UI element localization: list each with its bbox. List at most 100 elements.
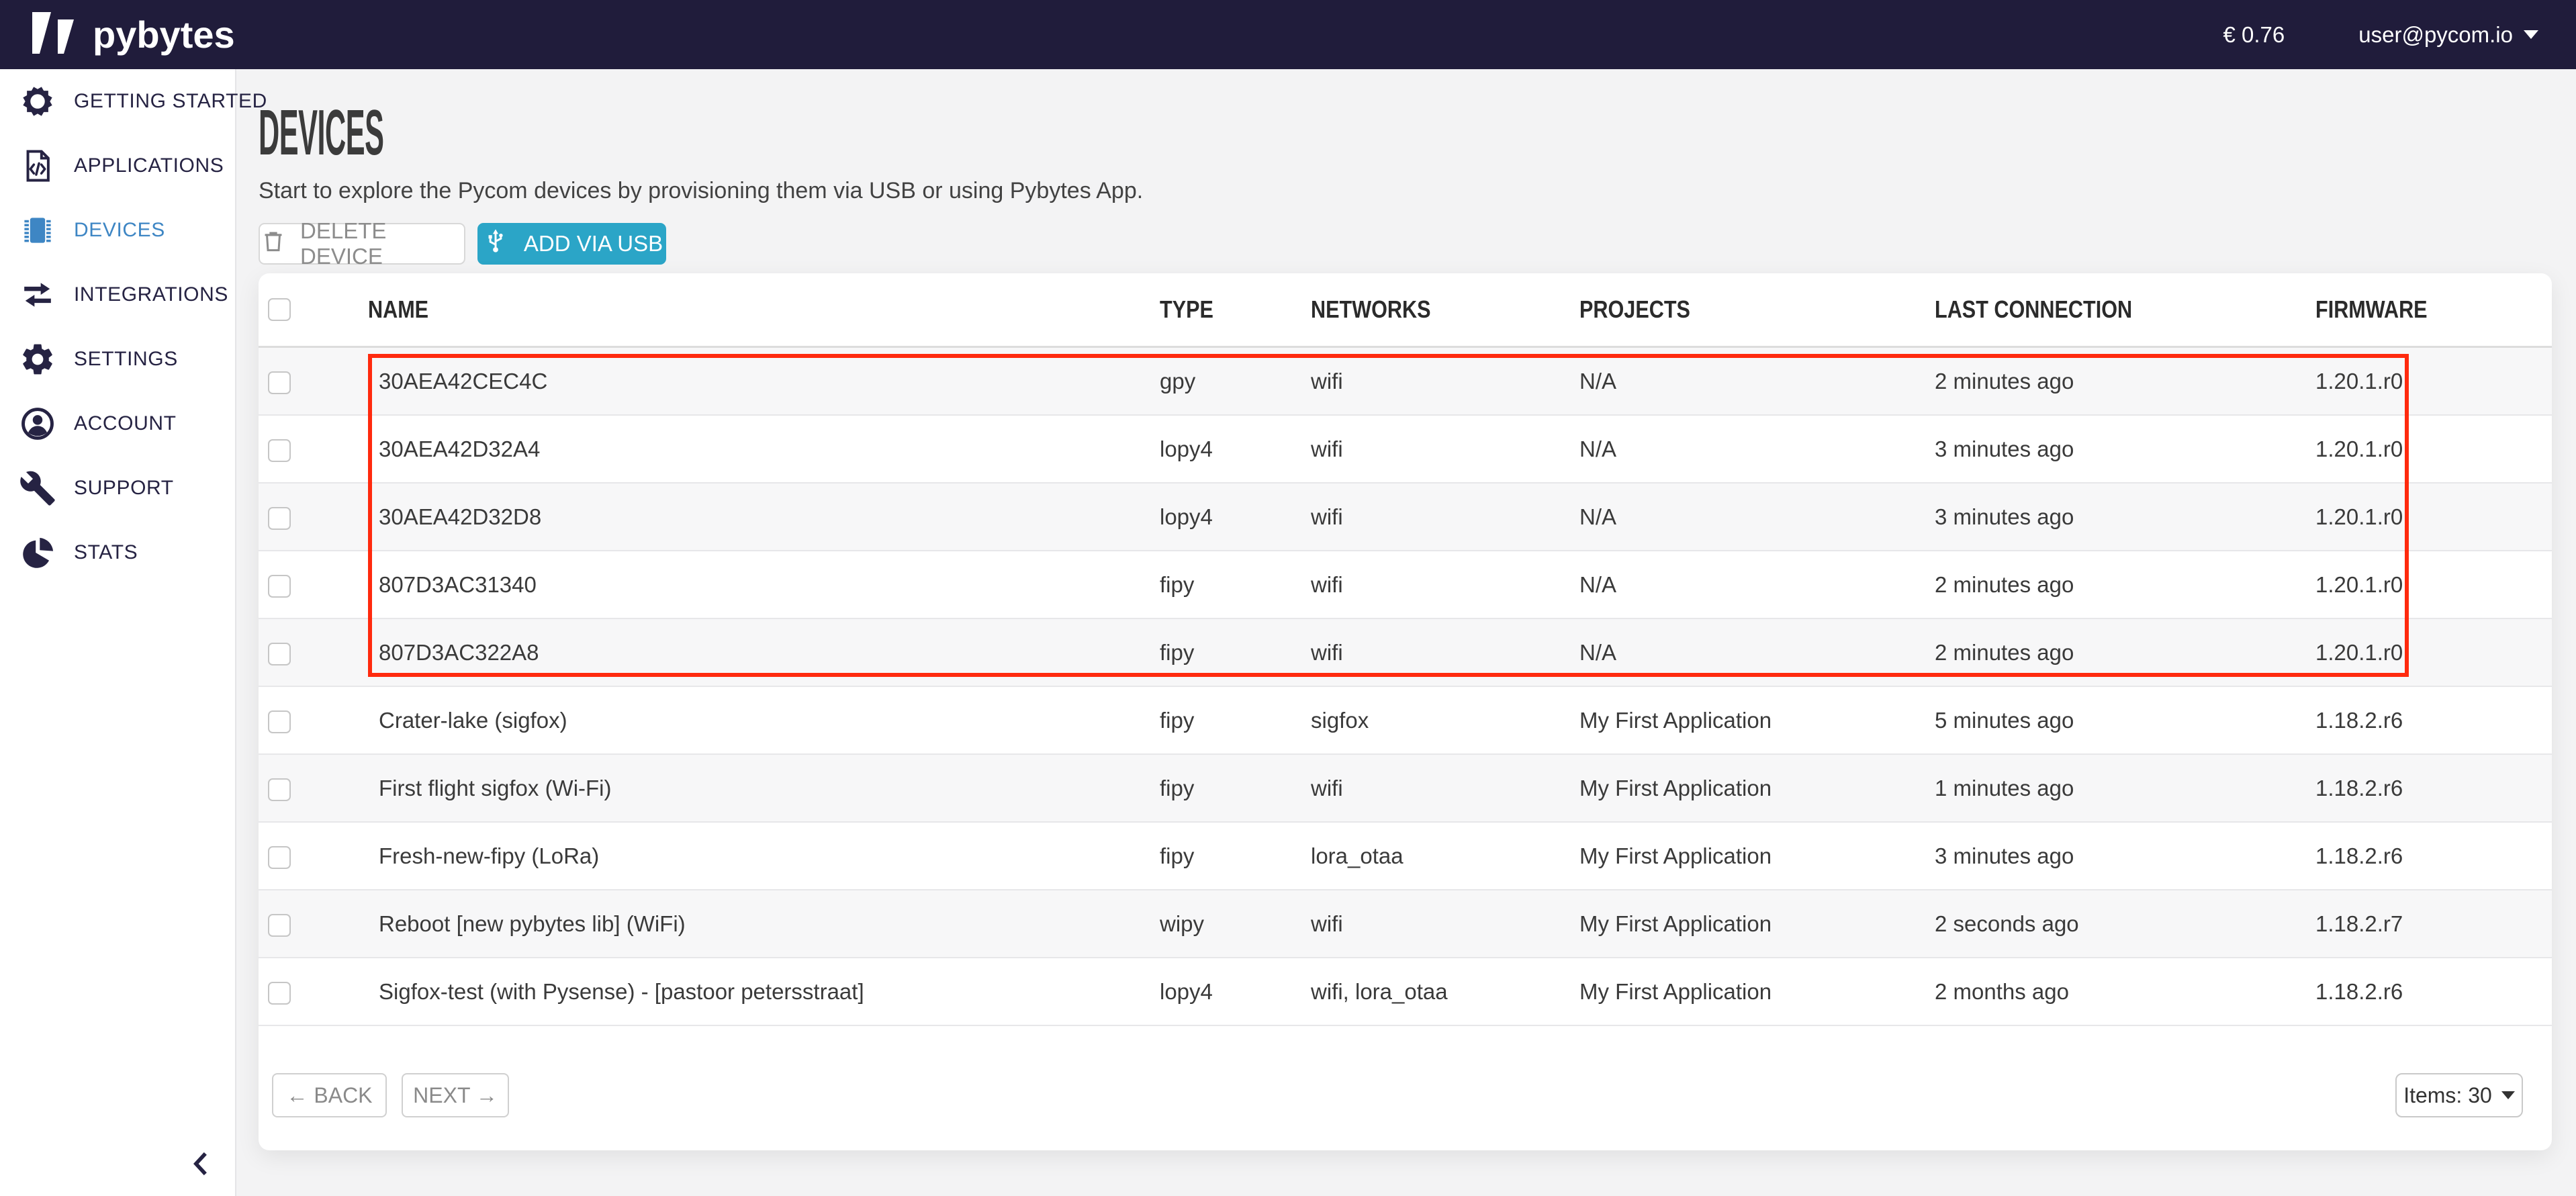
device-networks-cell: wifi (1311, 551, 1579, 618)
device-type-cell: wipy (1160, 890, 1311, 958)
row-checkbox[interactable] (268, 982, 291, 1005)
sidebar-item-applications[interactable]: APPLICATIONS (0, 134, 235, 198)
sidebar-item-devices[interactable]: DEVICES (0, 198, 235, 263)
swap-arrows-icon (19, 276, 56, 314)
pycom-logo-icon (32, 11, 81, 58)
next-button[interactable]: NEXT → (402, 1073, 509, 1117)
device-type-cell: fipy (1160, 551, 1311, 618)
row-checkbox[interactable] (268, 914, 291, 937)
device-type-cell: fipy (1160, 822, 1311, 890)
sidebar-item-support[interactable]: SUPPORT (0, 456, 235, 520)
device-networks-cell: wifi (1311, 415, 1579, 483)
sidebar-item-label: STATS (74, 541, 138, 564)
device-networks-cell: wifi, lora_otaa (1311, 958, 1579, 1025)
device-type-cell: fipy (1160, 754, 1311, 822)
table-row[interactable]: First flight sigfox (Wi-Fi) fipy wifi My… (259, 754, 2552, 822)
device-firmware-cell: 1.20.1.r0 (2315, 618, 2552, 686)
table-row[interactable]: 807D3AC322A8 fipy wifi N/A 2 minutes ago… (259, 618, 2552, 686)
device-firmware-cell: 1.18.2.r6 (2315, 958, 2552, 1025)
device-last-connection-cell: 1 minutes ago (1935, 754, 2315, 822)
device-last-connection-cell: 2 seconds ago (1935, 890, 2315, 958)
delete-device-button[interactable]: DELETE DEVICE (259, 223, 465, 265)
row-checkbox[interactable] (268, 643, 291, 665)
brand[interactable]: pybytes (0, 11, 235, 58)
row-checkbox[interactable] (268, 846, 291, 869)
page-subtitle: Start to explore the Pycom devices by pr… (259, 178, 2576, 204)
sidebar-item-integrations[interactable]: INTEGRATIONS (0, 263, 235, 327)
device-firmware-cell: 1.20.1.r0 (2315, 551, 2552, 618)
device-firmware-cell: 1.20.1.r0 (2315, 483, 2552, 551)
user-menu[interactable]: user@pycom.io (2358, 22, 2538, 48)
sidebar-item-label: ACCOUNT (74, 412, 177, 435)
select-all-checkbox[interactable] (268, 298, 291, 321)
sidebar-item-label: GETTING STARTED (74, 90, 267, 113)
table-row[interactable]: 30AEA42D32A4 lopy4 wifi N/A 3 minutes ag… (259, 415, 2552, 483)
row-checkbox[interactable] (268, 439, 291, 462)
table-row[interactable]: 807D3AC31340 fipy wifi N/A 2 minutes ago… (259, 551, 2552, 618)
device-type-cell: fipy (1160, 686, 1311, 754)
sidebar-item-account[interactable]: ACCOUNT (0, 392, 235, 456)
table-row[interactable]: Fresh-new-fipy (LoRa) fipy lora_otaa My … (259, 822, 2552, 890)
main-content: DEVICES Start to explore the Pycom devic… (236, 69, 2576, 1196)
device-networks-cell: wifi (1311, 890, 1579, 958)
items-per-page-dropdown[interactable]: Items: 30 (2395, 1073, 2523, 1117)
device-projects-cell: My First Application (1579, 958, 1935, 1025)
pie-chart-icon (19, 534, 56, 571)
trash-icon (260, 228, 287, 260)
chevron-down-icon (2524, 30, 2538, 39)
gear-icon (19, 340, 56, 378)
column-header-name: NAME (368, 295, 428, 324)
device-projects-cell: N/A (1579, 483, 1935, 551)
device-name-cell: 807D3AC322A8 (368, 618, 1160, 686)
table-row[interactable]: Crater-lake (sigfox) fipy sigfox My Firs… (259, 686, 2552, 754)
sidebar-item-label: APPLICATIONS (74, 154, 224, 177)
usb-icon (481, 226, 510, 261)
column-header-last-connection: LAST CONNECTION (1935, 295, 2132, 324)
device-firmware-cell: 1.18.2.r7 (2315, 890, 2552, 958)
row-checkbox[interactable] (268, 371, 291, 394)
table-row[interactable]: Sigfox-test (with Pysense) - [pastoor pe… (259, 958, 2552, 1025)
sidebar-item-label: SETTINGS (74, 348, 178, 371)
device-firmware-cell: 1.20.1.r0 (2315, 415, 2552, 483)
device-name-cell: Crater-lake (sigfox) (368, 686, 1160, 754)
device-projects-cell: My First Application (1579, 754, 1935, 822)
device-last-connection-cell: 3 minutes ago (1935, 483, 2315, 551)
account-balance: € 0.76 (2223, 22, 2285, 48)
row-checkbox[interactable] (268, 575, 291, 598)
add-via-usb-button[interactable]: ADD VIA USB (477, 223, 666, 265)
chevron-left-icon (196, 1154, 205, 1174)
device-table-card: NAME TYPE NETWORKS PROJECTS LAST CONNECT… (259, 273, 2552, 1150)
items-per-page-label: Items: 30 (2403, 1083, 2492, 1108)
add-via-usb-label: ADD VIA USB (524, 231, 663, 257)
table-row[interactable]: 30AEA42CEC4C gpy wifi N/A 2 minutes ago … (259, 347, 2552, 416)
column-header-type: TYPE (1160, 295, 1213, 324)
table-header-row: NAME TYPE NETWORKS PROJECTS LAST CONNECT… (259, 273, 2552, 347)
row-checkbox[interactable] (268, 710, 291, 733)
brand-name: pybytes (93, 13, 235, 56)
device-projects-cell: N/A (1579, 551, 1935, 618)
device-last-connection-cell: 5 minutes ago (1935, 686, 2315, 754)
sidebar-item-label: INTEGRATIONS (74, 283, 228, 306)
table-row[interactable]: Reboot [new pybytes lib] (WiFi) wipy wif… (259, 890, 2552, 958)
device-type-cell: gpy (1160, 347, 1311, 416)
device-last-connection-cell: 2 minutes ago (1935, 551, 2315, 618)
device-networks-cell: wifi (1311, 347, 1579, 416)
device-networks-cell: wifi (1311, 754, 1579, 822)
column-header-projects: PROJECTS (1579, 295, 1690, 324)
device-name-cell: 30AEA42CEC4C (368, 347, 1160, 416)
device-projects-cell: My First Application (1579, 686, 1935, 754)
chevron-down-icon (2501, 1091, 2515, 1099)
back-button[interactable]: ← BACK (272, 1073, 387, 1117)
device-name-cell: 807D3AC31340 (368, 551, 1160, 618)
device-name-cell: Fresh-new-fipy (LoRa) (368, 822, 1160, 890)
table-row[interactable]: 30AEA42D32D8 lopy4 wifi N/A 3 minutes ag… (259, 483, 2552, 551)
sidebar-collapse-button[interactable] (183, 1145, 220, 1183)
sun-burst-icon (19, 83, 56, 120)
sidebar-item-getting-started[interactable]: GETTING STARTED (0, 69, 235, 134)
sidebar-item-stats[interactable]: STATS (0, 520, 235, 585)
row-checkbox[interactable] (268, 778, 291, 801)
row-checkbox[interactable] (268, 507, 291, 530)
person-icon (19, 405, 56, 443)
sidebar-item-label: DEVICES (74, 219, 165, 242)
sidebar-item-settings[interactable]: SETTINGS (0, 327, 235, 392)
